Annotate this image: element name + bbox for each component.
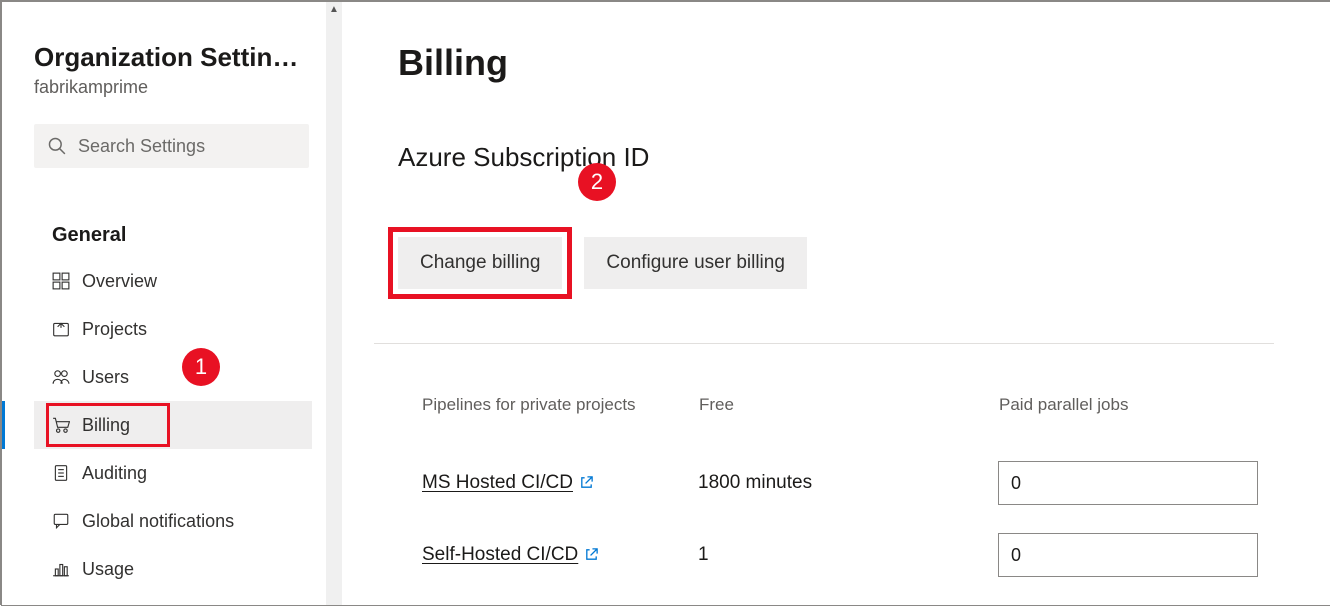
- sidebar-label: Projects: [82, 319, 147, 340]
- sidebar-label: Auditing: [82, 463, 147, 484]
- page-title: Billing: [398, 42, 1274, 84]
- ms-hosted-link[interactable]: MS Hosted CI/CD: [422, 472, 594, 493]
- sidebar-nav: Overview Projects: [34, 257, 312, 593]
- sidebar-label: Users: [82, 367, 129, 388]
- main-content: Billing Azure Subscription ID 2 Change b…: [342, 2, 1330, 605]
- sidebar-label: Usage: [82, 559, 134, 580]
- sidebar-item-overview[interactable]: Overview: [34, 257, 312, 305]
- auditing-icon: [52, 464, 70, 482]
- sidebar-label: Global notifications: [82, 511, 234, 532]
- self-hosted-link[interactable]: Self-Hosted CI/CD: [422, 544, 599, 565]
- self-hosted-free: 1: [698, 519, 998, 591]
- sidebar: ▲ Organization Settin… fabrikamprime Gen…: [2, 2, 342, 605]
- external-link-icon: [579, 475, 594, 490]
- overview-icon: [52, 272, 70, 290]
- sidebar-item-global-notifications[interactable]: Global notifications: [34, 497, 312, 545]
- sidebar-label: Overview: [82, 271, 157, 292]
- sidebar-scrollbar[interactable]: ▲: [326, 2, 342, 605]
- org-settings-title: Organization Settin…: [34, 42, 312, 73]
- th-paid: Paid parallel jobs: [998, 394, 1274, 447]
- callout-1: 1: [182, 348, 220, 386]
- ms-hosted-paid-input[interactable]: [998, 461, 1258, 505]
- section-general: General: [34, 224, 312, 247]
- search-input[interactable]: [76, 135, 295, 158]
- sidebar-item-projects[interactable]: Projects: [34, 305, 312, 353]
- billing-icon: [52, 416, 70, 434]
- usage-icon: [52, 560, 70, 578]
- self-hosted-paid-input[interactable]: [998, 533, 1258, 577]
- self-hosted-label: Self-Hosted CI/CD: [422, 544, 578, 565]
- users-icon: [52, 368, 70, 386]
- ms-hosted-free: 1800 minutes: [698, 447, 998, 519]
- search-icon: [48, 137, 66, 155]
- divider: [374, 343, 1274, 344]
- search-settings[interactable]: [34, 124, 309, 168]
- projects-icon: [52, 320, 70, 338]
- billing-buttons: 2 Change billing Configure user billing: [398, 237, 1274, 289]
- external-link-icon: [584, 547, 599, 562]
- configure-user-billing-button[interactable]: Configure user billing: [584, 237, 807, 289]
- sidebar-label: Billing: [82, 415, 130, 436]
- th-free: Free: [698, 394, 998, 447]
- sidebar-item-billing[interactable]: Billing: [34, 401, 312, 449]
- org-name: fabrikamprime: [34, 77, 312, 98]
- table-row: MS Hosted CI/CD 1800 minutes: [398, 447, 1274, 519]
- scroll-up-icon: ▲: [329, 2, 339, 18]
- table-row: Self-Hosted CI/CD 1: [398, 519, 1274, 591]
- change-billing-button[interactable]: Change billing: [398, 237, 562, 289]
- sidebar-item-auditing[interactable]: Auditing: [34, 449, 312, 497]
- subscription-heading: Azure Subscription ID: [398, 142, 1274, 173]
- notifications-icon: [52, 512, 70, 530]
- sidebar-item-users[interactable]: Users 1: [34, 353, 312, 401]
- th-pipelines: Pipelines for private projects: [398, 394, 698, 447]
- sidebar-item-usage[interactable]: Usage: [34, 545, 312, 593]
- pipelines-table: Pipelines for private projects Free Paid…: [398, 394, 1274, 591]
- ms-hosted-label: MS Hosted CI/CD: [422, 472, 573, 493]
